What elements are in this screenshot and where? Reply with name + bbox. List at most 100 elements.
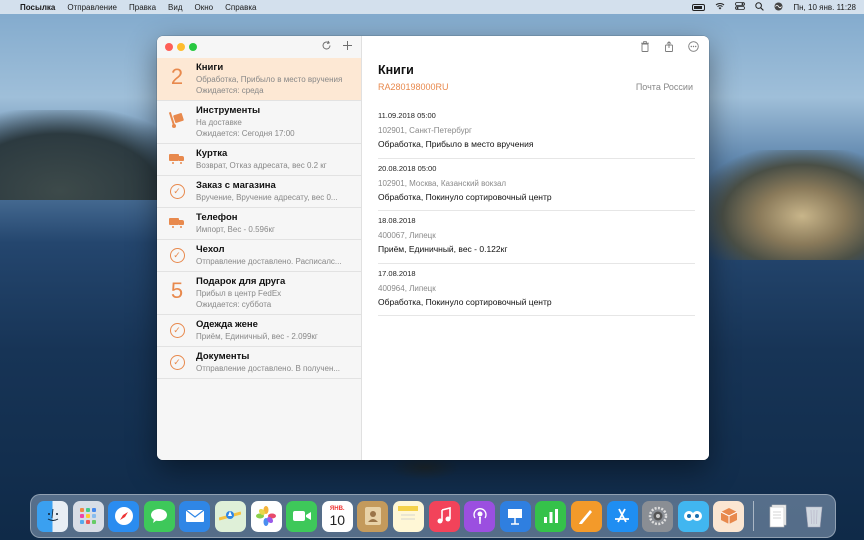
- shipment-title: Заказ с магазина: [196, 180, 276, 191]
- menu-app-name[interactable]: Посылка: [20, 3, 55, 12]
- shipment-detail-title: Книги: [378, 63, 414, 77]
- zoom-window-button[interactable]: [189, 43, 197, 51]
- more-options-icon[interactable]: [688, 41, 699, 55]
- control-center-icon[interactable]: [735, 2, 746, 12]
- refresh-icon[interactable]: [321, 40, 332, 54]
- wifi-icon[interactable]: [715, 2, 725, 12]
- dock: ЯНВ. 10: [30, 494, 836, 538]
- documents-folder-icon[interactable]: [762, 501, 793, 532]
- shipment-item-tools[interactable]: Инструменты На доставке Ожидается: Сегод…: [157, 101, 361, 144]
- podcasts-icon[interactable]: [464, 500, 496, 532]
- menu-help[interactable]: Справка: [225, 3, 256, 12]
- trash-bin-icon[interactable]: [798, 501, 829, 532]
- tracking-number[interactable]: RA280198000RU: [378, 82, 449, 92]
- shipment-status: На доставке: [196, 118, 242, 127]
- music-icon[interactable]: [428, 500, 460, 532]
- shipment-item-jacket[interactable]: Куртка Возврат, Отказ адресата, вес 0.2 …: [157, 144, 361, 176]
- dock-separator: [752, 501, 754, 531]
- spotlight-search-icon[interactable]: [755, 1, 765, 13]
- shipment-item-store-order[interactable]: ✓ Заказ с магазина Вручение, Вручение ад…: [157, 176, 361, 208]
- delivery-truck-icon: [165, 148, 189, 170]
- calendar-day: 10: [329, 511, 346, 528]
- shipment-item-documents[interactable]: ✓ Документы Отправление доставлено. В по…: [157, 347, 361, 379]
- siri-icon[interactable]: [774, 2, 783, 13]
- menu-edit[interactable]: Правка: [129, 3, 156, 12]
- checkmark-circle-icon: ✓: [165, 180, 189, 202]
- shipment-status: Возврат, Отказ адресата, вес 0.2 кг: [196, 161, 327, 170]
- checkmark-circle-icon: ✓: [165, 244, 189, 266]
- add-shipment-icon[interactable]: [342, 40, 353, 54]
- keynote-icon[interactable]: [499, 500, 531, 532]
- sidebar-titlebar: [157, 36, 361, 58]
- numbers-icon[interactable]: [535, 500, 567, 532]
- checkmark-circle-icon: ✓: [165, 351, 189, 373]
- shipment-eta: Ожидается: среда: [196, 86, 264, 95]
- safari-icon[interactable]: [108, 500, 140, 532]
- tracking-event: 18.08.2018 400067, Липецк Приём, Единичн…: [378, 211, 695, 264]
- carrier-name: Почта России: [635, 82, 693, 92]
- shipment-eta: Ожидается: Сегодня 17:00: [196, 129, 295, 138]
- wallpaper-island-right: [700, 150, 864, 260]
- menu-shipment[interactable]: Отправление: [67, 3, 117, 12]
- shipment-title: Книги: [196, 62, 224, 73]
- event-date: 11.09.2018 05:00: [378, 111, 436, 120]
- system-preferences-icon[interactable]: [642, 500, 674, 532]
- shipment-status: Отправление доставлено. В получен...: [196, 364, 341, 373]
- facetime-icon[interactable]: [286, 500, 318, 532]
- maps-icon[interactable]: [214, 500, 246, 532]
- delivery-truck-icon: [165, 212, 189, 234]
- share-icon[interactable]: [664, 41, 674, 55]
- launchpad-icon[interactable]: [72, 500, 104, 532]
- shipment-status: Обработка, Прибыло в место вручения: [196, 75, 343, 84]
- trash-icon[interactable]: [640, 41, 650, 55]
- shipment-item-case[interactable]: ✓ Чехол Отправление доставлено. Расписал…: [157, 240, 361, 272]
- event-location: 102901, Москва, Казанский вокзал: [378, 178, 507, 188]
- shipment-status: Прибыл в центр FedEx: [196, 289, 282, 298]
- shipment-item-books[interactable]: 2 Книги Обработка, Прибыло в место вруче…: [157, 58, 361, 101]
- menu-clock[interactable]: Пн, 10 янв. 11:28: [793, 3, 856, 12]
- shipment-status: Отправление доставлено. Расписалс...: [196, 257, 342, 266]
- finder-icon[interactable]: [37, 500, 68, 532]
- tracking-events-list: 11.09.2018 05:00 102901, Санкт-Петербург…: [378, 106, 695, 316]
- event-status: Обработка, Покинуло сортировочный центр: [378, 296, 552, 307]
- shipment-item-gift[interactable]: 5 Подарок для друга Прибыл в центр FedEx…: [157, 272, 361, 315]
- sidebar: 2 Книги Обработка, Прибыло в место вруче…: [157, 36, 362, 460]
- shipment-days-number: 5: [170, 278, 184, 303]
- app-store-icon[interactable]: [606, 500, 638, 532]
- app-window: 2 Книги Обработка, Прибыло в место вруче…: [157, 36, 709, 460]
- shipment-title: Подарок для друга: [196, 276, 286, 287]
- parcel-app-icon[interactable]: [713, 500, 745, 532]
- event-location: 102901, Санкт-Петербург: [378, 126, 472, 135]
- shipment-status: Приём, Единичный, вес - 2.099кг: [196, 332, 318, 341]
- messages-icon[interactable]: [143, 500, 175, 532]
- shipment-days-number: 2: [170, 64, 184, 89]
- menu-window[interactable]: Окно: [195, 3, 214, 12]
- minimize-window-button[interactable]: [177, 43, 185, 51]
- tracking-event: 17.08.2018 400964, Липецк Обработка, Пок…: [378, 264, 695, 316]
- tracking-event: 20.08.2018 05:00 102901, Москва, Казанск…: [378, 159, 695, 211]
- event-status: Обработка, Покинуло сортировочный центр: [378, 191, 552, 202]
- detail-toolbar: [640, 41, 699, 55]
- menu-bar: Посылка Отправление Правка Вид Окно Спра…: [0, 0, 864, 14]
- battery-icon[interactable]: [692, 3, 706, 11]
- event-date: 20.08.2018 05:00: [378, 163, 437, 173]
- shipment-title: Документы: [196, 351, 250, 362]
- notes-icon[interactable]: [392, 500, 424, 532]
- event-status: Обработка, Прибыло в место вручения: [378, 139, 534, 149]
- shipment-item-phone[interactable]: Телефон Импорт, Вес - 0.596кг: [157, 208, 361, 240]
- mail-icon[interactable]: [179, 500, 211, 532]
- event-date: 17.08.2018: [378, 268, 416, 278]
- shipment-title: Одежда жене: [196, 319, 258, 330]
- shipment-eta: Ожидается: суббота: [196, 300, 272, 309]
- shipment-status: Импорт, Вес - 0.596кг: [196, 225, 275, 234]
- pages-icon[interactable]: [570, 500, 602, 532]
- menu-view[interactable]: Вид: [168, 3, 182, 12]
- screen-sharing-icon[interactable]: [677, 500, 709, 532]
- calendar-icon[interactable]: ЯНВ. 10: [321, 500, 353, 532]
- shipment-item-clothes[interactable]: ✓ Одежда жене Приём, Единичный, вес - 2.…: [157, 315, 361, 347]
- contacts-icon[interactable]: [357, 500, 389, 532]
- event-status: Приём, Единичный, вес - 0.122кг: [378, 244, 508, 254]
- close-window-button[interactable]: [165, 43, 173, 51]
- photos-icon[interactable]: [250, 500, 282, 532]
- shipment-title: Инструменты: [196, 105, 261, 116]
